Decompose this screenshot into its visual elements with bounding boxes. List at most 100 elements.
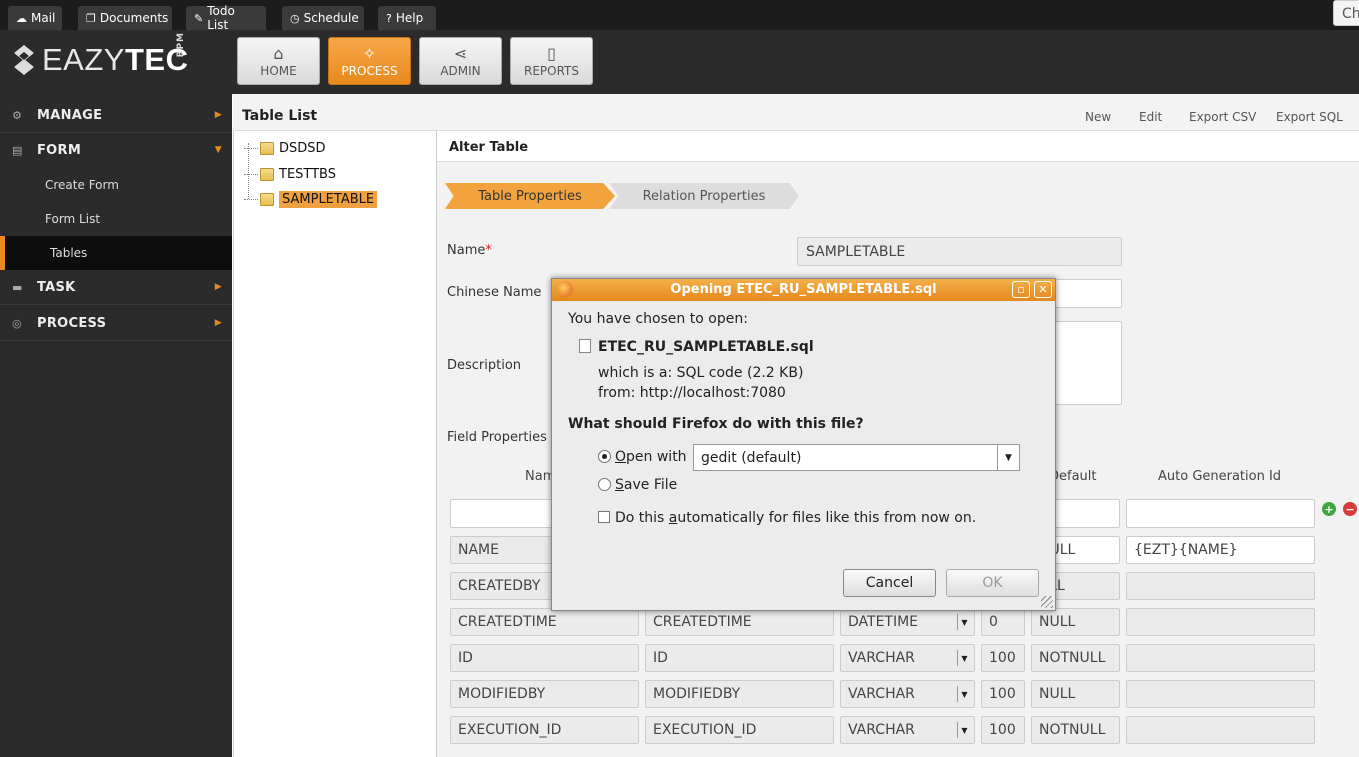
clock-icon: ◷ <box>290 11 300 25</box>
table-row[interactable]: NOTNULL <box>1031 716 1120 744</box>
add-row-icon[interactable]: + <box>1322 502 1336 516</box>
open-with-label: Open with <box>615 449 687 465</box>
manage-icon: ⚙ <box>12 108 23 122</box>
auto-checkbox[interactable] <box>598 511 610 523</box>
table-row[interactable]: NOTNULL <box>1031 644 1120 672</box>
table-row[interactable]: 100 <box>981 716 1025 744</box>
tree-item-dsdsd[interactable]: DSDSD <box>244 139 326 157</box>
table-row[interactable] <box>1126 608 1315 636</box>
brand-sub: BPM <box>176 32 186 58</box>
nav-admin-button[interactable]: ⋖ ADMIN <box>419 37 502 85</box>
page-title: Table List <box>242 108 318 124</box>
top-right-button[interactable]: Ch <box>1333 0 1359 26</box>
resize-grip-icon[interactable] <box>1041 596 1053 608</box>
table-row[interactable]: 100 <box>981 680 1025 708</box>
table-row[interactable]: MODIFIEDBY <box>450 680 639 708</box>
ok-button[interactable]: OK <box>946 569 1039 597</box>
sidebar-task[interactable]: ▬ TASK ▶ <box>0 270 232 304</box>
chevron-down-icon: ▼ <box>957 722 971 738</box>
new-link[interactable]: New <box>1085 110 1111 124</box>
table-row[interactable]: ID <box>645 644 834 672</box>
alter-table-title: Alter Table <box>449 140 529 155</box>
save-file-radio[interactable] <box>598 478 611 491</box>
auto-checkbox-label: Do this automatically for files like thi… <box>615 510 977 526</box>
dialog-title-bar[interactable]: Opening ETEC_RU_SAMPLETABLE.sql ▫ ✕ <box>552 279 1055 301</box>
table-row[interactable]: ID <box>450 644 639 672</box>
export-sql-link[interactable]: Export SQL <box>1276 110 1343 124</box>
share-icon: ⋖ <box>453 44 468 63</box>
column-header-default: Default <box>1049 469 1097 484</box>
table-row[interactable]: EXECUTION_ID <box>450 716 639 744</box>
form-icon: ▤ <box>12 143 23 157</box>
sidebar-form[interactable]: ▤ FORM ▼ <box>0 133 232 167</box>
help-icon: ? <box>386 11 392 25</box>
cloud-icon: ☁ <box>16 11 27 25</box>
help-link[interactable]: ? Help <box>378 6 436 30</box>
type-select[interactable]: VARCHAR ▼ <box>840 644 975 672</box>
dialog-question: What should Firefox do with this file? <box>568 416 864 432</box>
process-icon: ◎ <box>12 316 22 330</box>
table-row[interactable]: {EZT}{NAME} <box>1126 536 1315 564</box>
file-source: from: http://localhost:7080 <box>598 385 786 401</box>
table-row[interactable] <box>1126 644 1315 672</box>
field-properties-label: Field Properties <box>447 430 547 445</box>
type-select[interactable]: VARCHAR ▼ <box>840 680 975 708</box>
pin-icon: ✎ <box>194 11 204 25</box>
chevron-down-icon: ▼ <box>997 445 1019 470</box>
sidebar-item-create-form[interactable]: Create Form <box>0 168 232 202</box>
sidebar-process[interactable]: ◎ PROCESS ▶ <box>0 306 232 340</box>
edit-link[interactable]: Edit <box>1139 110 1162 124</box>
type-select[interactable]: DATETIME ▼ <box>840 608 975 636</box>
nav-reports-button[interactable]: ▯ REPORTS <box>510 37 593 85</box>
remove-row-icon[interactable]: − <box>1343 502 1357 516</box>
todo-list-link[interactable]: ✎ Todo List <box>186 4 266 32</box>
table-tree: DSDSD TESTTBS SAMPLETABLE <box>233 131 437 757</box>
logo-icon <box>14 45 34 75</box>
table-list-header: Table List New Edit Export CSV Export SQ… <box>233 94 1359 131</box>
save-file-label: Save File <box>615 477 678 493</box>
close-icon[interactable]: ✕ <box>1034 281 1052 298</box>
mail-link[interactable]: ☁ Mail <box>8 6 62 30</box>
table-row[interactable]: NULL <box>1031 608 1120 636</box>
sidebar-item-form-list[interactable]: Form List <box>0 202 232 236</box>
table-row[interactable]: 100 <box>981 644 1025 672</box>
chevron-right-icon: ▶ <box>214 282 222 292</box>
column-header-auto-generation: Auto Generation Id <box>1158 469 1282 484</box>
chosen-label: You have chosen to open: <box>568 311 748 327</box>
brand-name-light: EAZY <box>42 42 125 77</box>
name-field[interactable]: SAMPLETABLE <box>797 237 1122 266</box>
tab-relation-properties[interactable]: Relation Properties <box>609 183 799 209</box>
type-select[interactable]: VARCHAR ▼ <box>840 716 975 744</box>
table-row[interactable]: CREATEDTIME <box>645 608 834 636</box>
table-row[interactable]: 0 <box>981 608 1025 636</box>
wand-icon: ✧ <box>362 44 377 63</box>
nav-process-button[interactable]: ✧ PROCESS <box>328 37 411 85</box>
table-row[interactable]: MODIFIEDBY <box>645 680 834 708</box>
nav-home-button[interactable]: ⌂ HOME <box>237 37 320 85</box>
documents-link[interactable]: ❐ Documents <box>78 6 172 30</box>
chevron-down-icon: ▼ <box>214 145 222 155</box>
table-row[interactable]: CREATEDTIME <box>450 608 639 636</box>
sidebar-item-tables[interactable]: Tables <box>0 236 232 270</box>
tree-item-sampletable[interactable]: SAMPLETABLE <box>244 190 378 208</box>
export-csv-link[interactable]: Export CSV <box>1189 110 1256 124</box>
new-row-autogen-input[interactable] <box>1126 499 1315 528</box>
file-icon <box>579 339 591 353</box>
table-row[interactable] <box>1126 680 1315 708</box>
folder-icon <box>260 192 274 206</box>
file-name: ETEC_RU_SAMPLETABLE.sql <box>598 339 814 355</box>
description-label: Description <box>447 358 522 373</box>
maximize-icon[interactable]: ▫ <box>1012 281 1030 298</box>
schedule-link[interactable]: ◷ Schedule <box>282 6 364 30</box>
table-row[interactable]: NULL <box>1031 680 1120 708</box>
table-row[interactable]: EXECUTION_ID <box>645 716 834 744</box>
app-header: EAZYTEC BPM ⌂ HOME ✧ PROCESS ⋖ ADMIN ▯ REPOR… <box>0 30 1359 94</box>
sidebar-manage[interactable]: ⚙ MANAGE ▶ <box>0 98 232 132</box>
tab-table-properties[interactable]: Table Properties <box>445 183 615 209</box>
tree-item-testtbs[interactable]: TESTTBS <box>244 165 336 183</box>
cancel-button[interactable]: Cancel <box>843 569 936 597</box>
application-select[interactable]: gedit (default) ▼ <box>693 444 1020 471</box>
table-row[interactable] <box>1126 572 1315 600</box>
table-row[interactable] <box>1126 716 1315 744</box>
open-with-radio[interactable] <box>598 450 611 463</box>
